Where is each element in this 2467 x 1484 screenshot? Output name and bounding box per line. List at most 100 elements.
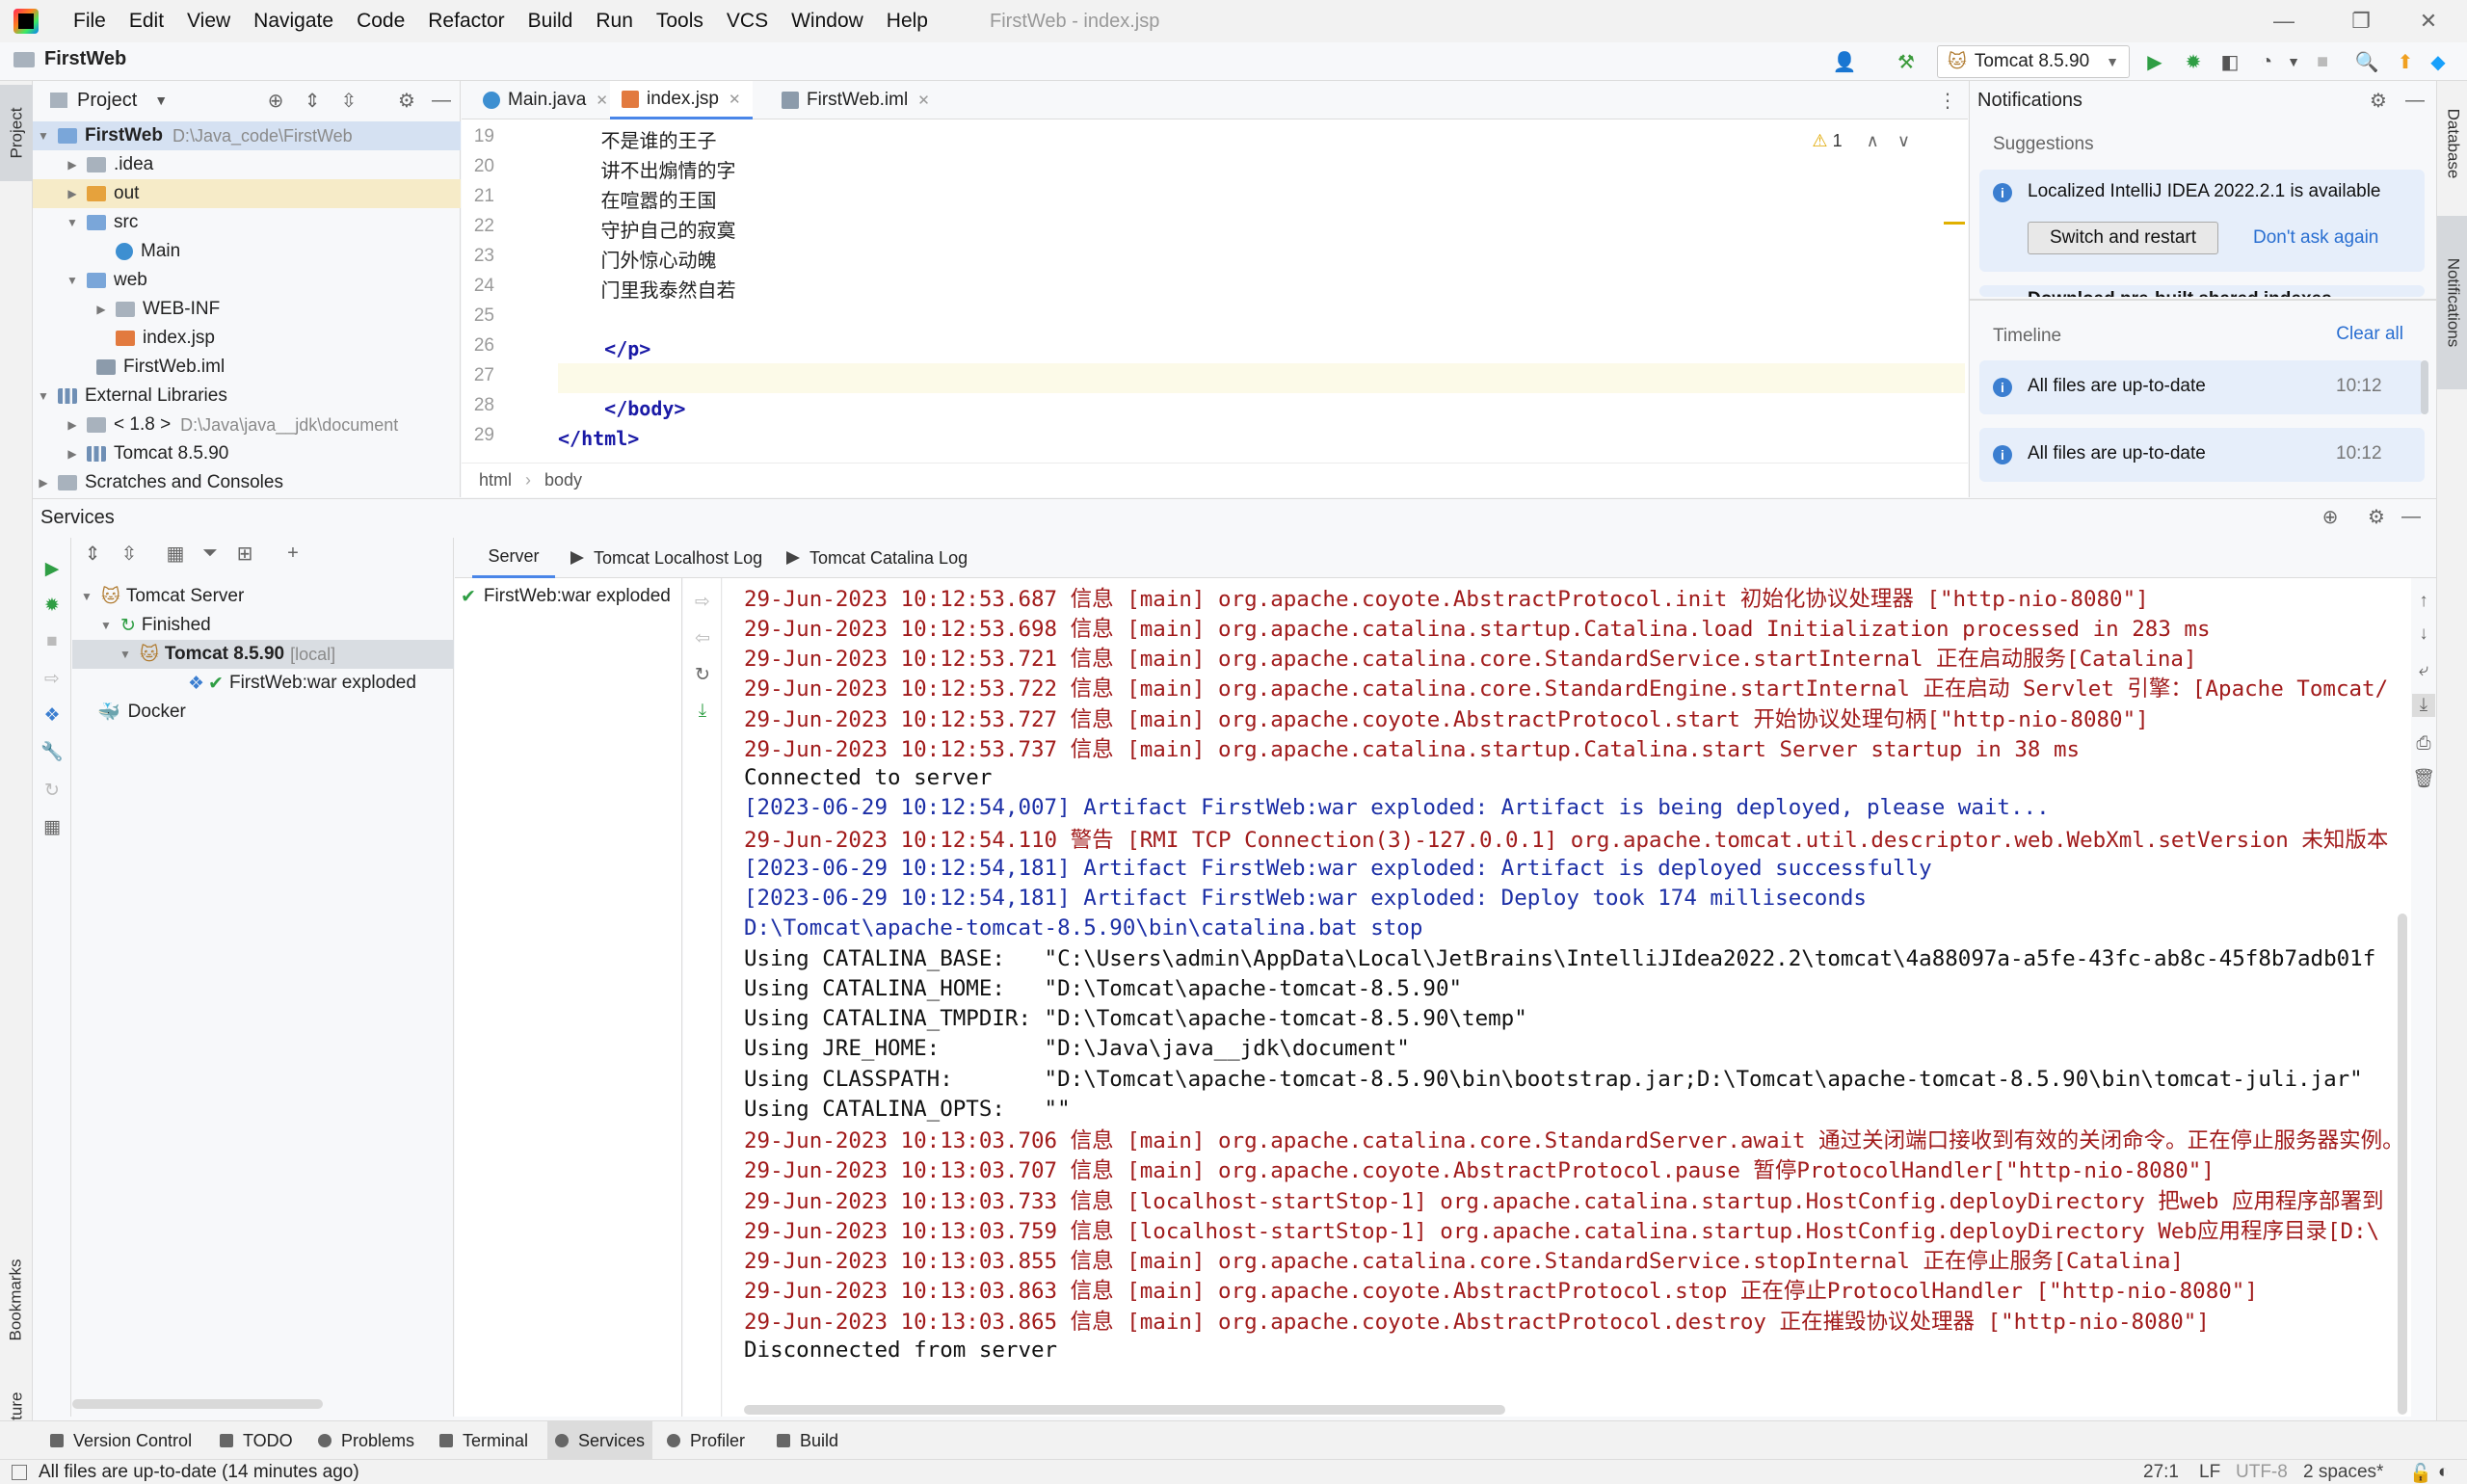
debug-icon[interactable]: ✹: [40, 594, 64, 617]
code-line[interactable]: 不是谁的王子: [558, 124, 1946, 154]
line-separator[interactable]: LF: [2199, 1462, 2220, 1483]
tab-localhost-log[interactable]: Tomcat Localhost Log: [557, 538, 762, 578]
refresh-icon[interactable]: ↻: [691, 663, 714, 686]
tree-item-tomcat-local[interactable]: ▼ 🐱 Tomcat 8.5.90 [local]: [72, 640, 454, 669]
more-run-chevron-icon[interactable]: ▼: [2280, 48, 2307, 75]
deployment-item[interactable]: ✔ FirstWeb:war exploded: [455, 582, 682, 611]
debug-icon[interactable]: ✹: [2180, 48, 2207, 75]
wrench-icon[interactable]: 🔧: [40, 740, 64, 763]
menu-vcs[interactable]: VCS: [727, 10, 768, 33]
code-line[interactable]: 守护自己的寂寞: [558, 214, 1946, 244]
code-line[interactable]: </html>: [558, 423, 1946, 453]
gear-icon[interactable]: ⚙: [2367, 89, 2390, 112]
code-line[interactable]: [558, 304, 1946, 333]
deploy-icon[interactable]: ⇨: [691, 590, 714, 613]
timeline-card[interactable]: i All files are up-to-date 10:12: [1979, 360, 2425, 414]
tree-item-main[interactable]: Main: [33, 237, 461, 266]
tab-server[interactable]: Server: [472, 538, 555, 578]
console-output[interactable]: 29-Jun-2023 10:12:53.687 信息 [main] org.a…: [723, 578, 2411, 1417]
code-line[interactable]: </p>: [558, 333, 1946, 363]
breadcrumb-body[interactable]: body: [544, 470, 582, 490]
gear-icon[interactable]: ⚙: [2365, 505, 2388, 528]
switch-and-restart-button[interactable]: Switch and restart: [2028, 222, 2218, 254]
deploy-icon[interactable]: ⇨: [40, 667, 64, 690]
deploy-all-icon[interactable]: ⤓: [691, 700, 714, 723]
scrollbar[interactable]: [2398, 914, 2407, 1415]
tool-tab-version-control[interactable]: Version Control: [42, 1421, 199, 1460]
tree-item-firstweb[interactable]: ▼ FirstWeb D:\Java_code\FirstWeb: [33, 121, 461, 150]
menu-build[interactable]: Build: [528, 10, 573, 33]
code-line[interactable]: 门里我泰然自若: [558, 274, 1946, 304]
run-icon[interactable]: ▶: [2141, 48, 2168, 75]
build-hammer-icon[interactable]: ⚒: [1893, 48, 1920, 75]
code-line[interactable]: 门外惊心动魄: [558, 244, 1946, 274]
artifact-icon[interactable]: ❖: [40, 703, 64, 727]
tool-tab-terminal[interactable]: Terminal: [432, 1421, 536, 1460]
code-line-current[interactable]: [558, 363, 1965, 393]
tool-tab-notifications[interactable]: Notifications: [2437, 216, 2467, 389]
updates-icon[interactable]: ⬆: [2392, 48, 2419, 75]
scroll-to-end-icon[interactable]: ⤓: [2412, 694, 2435, 717]
tool-tab-database[interactable]: Database: [2437, 91, 2467, 197]
undeploy-icon[interactable]: ⇦: [691, 626, 714, 649]
jetbrains-icon[interactable]: ◆: [2425, 48, 2452, 75]
tree-item-jdk[interactable]: ▶ < 1.8 > D:\Java\java__jdk\document: [33, 411, 461, 439]
code-line[interactable]: 在喧嚣的王国: [558, 184, 1946, 214]
clear-all-link[interactable]: Clear all: [2336, 324, 2403, 345]
coverage-icon[interactable]: ◧: [2216, 48, 2243, 75]
project-breadcrumb[interactable]: FirstWeb: [13, 48, 126, 70]
run-icon[interactable]: ▶: [40, 557, 64, 580]
menu-tools[interactable]: Tools: [656, 10, 703, 33]
lock-icon[interactable]: 🔓: [2409, 1462, 2432, 1484]
code-line[interactable]: </body>: [558, 393, 1946, 423]
breadcrumb-html[interactable]: html: [479, 470, 512, 490]
tab-catalina-log[interactable]: Tomcat Catalina Log: [773, 538, 968, 578]
menu-window[interactable]: Window: [791, 10, 863, 33]
tool-tab-build[interactable]: Build: [769, 1421, 846, 1460]
clear-icon[interactable]: 🗑: [2412, 767, 2435, 790]
tree-item-tomcat-lib[interactable]: ▶ Tomcat 8.5.90: [33, 439, 461, 468]
code-line[interactable]: 讲不出煽情的字: [558, 154, 1946, 184]
tree-item-src[interactable]: ▼ src: [33, 208, 461, 237]
tree-item-external-libraries[interactable]: ▼ External Libraries: [33, 382, 461, 411]
run-configuration-select[interactable]: 🐱 Tomcat 8.5.90 ▼: [1937, 45, 2130, 78]
tree-item-index-jsp[interactable]: index.jsp: [33, 324, 461, 353]
tool-tab-services[interactable]: Services: [547, 1421, 653, 1460]
status-message[interactable]: All files are up-to-date (14 minutes ago…: [39, 1462, 359, 1483]
tree-item-out[interactable]: ▶ out: [33, 179, 461, 208]
menu-view[interactable]: View: [187, 10, 230, 33]
tool-tab-problems[interactable]: Problems: [310, 1421, 422, 1460]
tree-item-tomcat-server[interactable]: ▼ 🐱 Tomcat Server: [72, 582, 454, 611]
more-tabs-icon[interactable]: ⋮: [1936, 89, 1959, 112]
tree-item-scratches[interactable]: ▶ Scratches and Consoles: [33, 468, 461, 497]
menu-navigate[interactable]: Navigate: [253, 10, 333, 33]
indent-setting[interactable]: 2 spaces*: [2303, 1462, 2383, 1483]
scrollbar[interactable]: [72, 1399, 323, 1409]
tree-item-artifact[interactable]: ❖ ✔ FirstWeb:war exploded: [72, 669, 454, 698]
close-tab-icon[interactable]: ✕: [917, 92, 930, 109]
caret-position[interactable]: 27:1: [2143, 1462, 2179, 1483]
tool-tab-project[interactable]: Project: [0, 85, 33, 181]
tab-firstweb-iml[interactable]: FirstWeb.iml ✕: [770, 81, 942, 119]
user-icon[interactable]: 👤: [1831, 48, 1858, 75]
chevron-down-icon[interactable]: ▼: [154, 93, 168, 108]
menu-run[interactable]: Run: [596, 10, 633, 33]
menu-refactor[interactable]: Refactor: [428, 10, 504, 33]
tree-item-finished[interactable]: ▼ ↻ Finished: [72, 611, 454, 640]
memory-icon[interactable]: ◐: [2438, 1462, 2449, 1483]
tool-tab-bookmarks[interactable]: Bookmarks: [0, 1237, 33, 1363]
status-toggle-icon[interactable]: [12, 1465, 27, 1480]
collapse-all-icon[interactable]: ⇳: [337, 89, 360, 112]
menu-help[interactable]: Help: [887, 10, 928, 33]
warning-stripe-marker[interactable]: [1944, 222, 1965, 225]
profile-icon[interactable]: ◔: [2253, 48, 2280, 75]
hide-icon[interactable]: —: [2403, 89, 2427, 112]
hide-icon[interactable]: —: [2400, 505, 2423, 528]
scrollbar[interactable]: [2421, 360, 2428, 414]
tree-item-web-inf[interactable]: ▶ WEB-INF: [33, 295, 461, 324]
menu-code[interactable]: Code: [357, 10, 405, 33]
restore-icon[interactable]: ❐: [2332, 4, 2390, 39]
project-view-select[interactable]: Project: [77, 90, 137, 112]
tool-tab-todo[interactable]: TODO: [212, 1421, 301, 1460]
scrollbar[interactable]: [744, 1405, 1505, 1415]
